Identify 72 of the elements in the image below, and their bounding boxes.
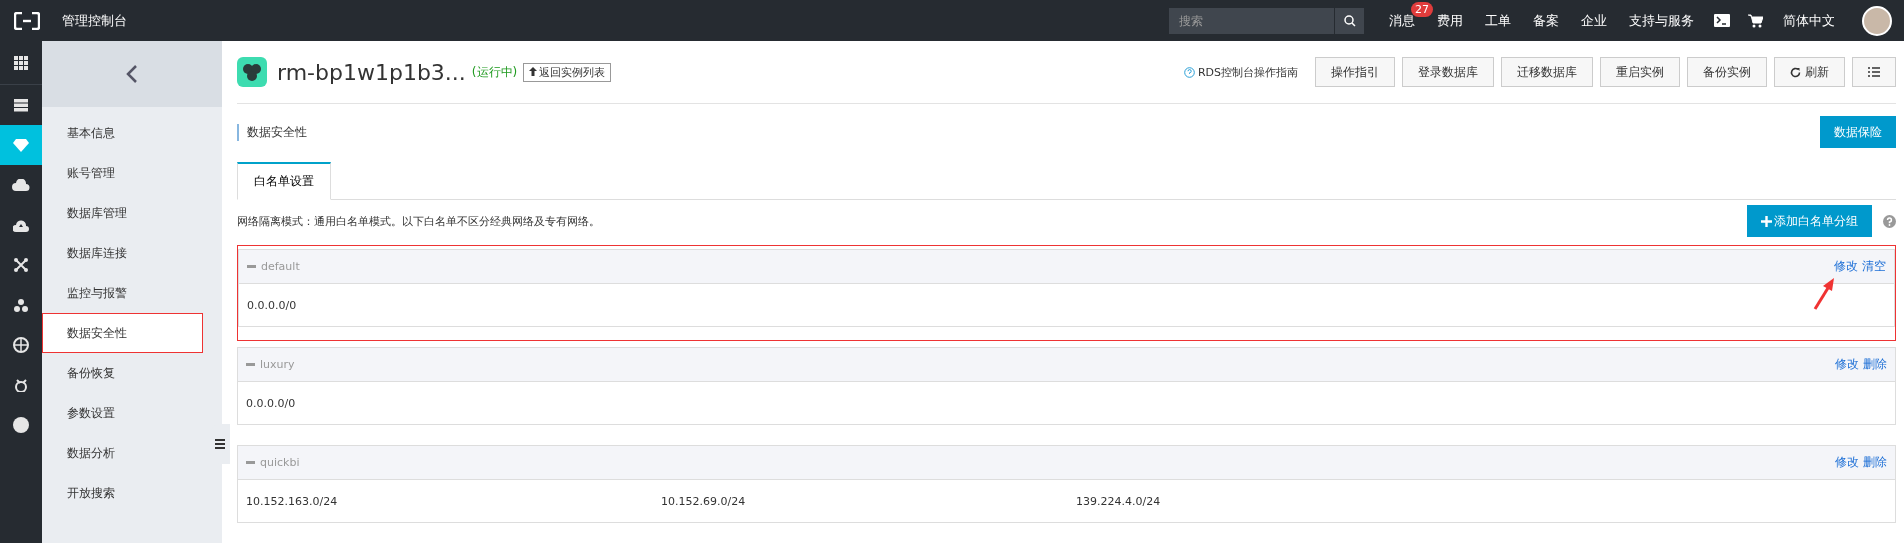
ip-entry: 0.0.0.0/0 xyxy=(246,396,297,410)
server-icon xyxy=(14,98,28,112)
cloud-icon xyxy=(12,179,30,191)
group-action-link[interactable]: 修改 xyxy=(1835,454,1859,471)
sidebar-item[interactable]: 账号管理 xyxy=(42,153,222,193)
circle-icon xyxy=(13,417,29,433)
up-arrow-icon xyxy=(529,66,538,76)
group-action-link[interactable]: 清空 xyxy=(1862,258,1886,275)
console-title: 管理控制台 xyxy=(62,11,127,30)
group-action-link[interactable]: 删除 xyxy=(1863,356,1887,373)
nav-link[interactable]: 备案 xyxy=(1533,11,1559,30)
chevron-left-icon[interactable] xyxy=(126,65,138,83)
search-field[interactable]: 搜索 xyxy=(1169,7,1334,34)
globe-icon xyxy=(13,337,29,353)
group-name: default xyxy=(261,260,300,273)
annotation-arrow xyxy=(1813,276,1835,310)
toolbar-button[interactable]: 备份实例 xyxy=(1687,57,1767,87)
refresh-icon xyxy=(1790,66,1801,78)
nodes-icon xyxy=(14,298,28,312)
nav-link[interactable]: 企业 xyxy=(1581,11,1607,30)
avatar[interactable] xyxy=(1862,5,1892,36)
nav-link[interactable]: 支持与服务 xyxy=(1629,11,1694,30)
sidebar-item[interactable]: 参数设置 xyxy=(42,393,222,433)
sidebar-item[interactable]: 数据安全性 xyxy=(42,313,203,353)
group-action-link[interactable]: 删除 xyxy=(1863,454,1887,471)
instance-status: (运行中) xyxy=(471,63,518,81)
instance-name: rm-bp1w1p1b3... xyxy=(277,59,466,85)
ip-entry: 0.0.0.0/0 xyxy=(247,298,298,312)
list-icon xyxy=(1868,67,1880,77)
plus-icon xyxy=(1761,215,1772,227)
back-to-list-button[interactable]: 返回实例列表 xyxy=(523,62,612,82)
tab[interactable]: 白名单设置 xyxy=(237,162,331,200)
list-view-button[interactable] xyxy=(1852,57,1896,87)
toolbar-button[interactable]: 操作指引 xyxy=(1315,57,1395,87)
sidebar-item[interactable]: 数据库管理 xyxy=(42,193,222,233)
toolbar-button[interactable]: 重启实例 xyxy=(1600,57,1680,87)
database-logo-icon xyxy=(237,57,267,87)
cart-button[interactable] xyxy=(1748,13,1763,28)
sidebar-item[interactable]: 监控与报警 xyxy=(42,273,222,313)
logo-icon xyxy=(14,11,40,30)
ip-entry: 10.152.69.0/24 xyxy=(661,494,747,508)
group-action-link[interactable]: 修改 xyxy=(1835,356,1859,373)
guide-link[interactable]: RDS控制台操作指南 xyxy=(1183,64,1298,80)
nav-link[interactable]: 工单 xyxy=(1485,11,1511,30)
help-icon xyxy=(1183,66,1195,78)
toolbar-button[interactable]: 登录数据库 xyxy=(1402,57,1494,87)
sidebar-item[interactable]: 数据库连接 xyxy=(42,233,222,273)
search-button[interactable] xyxy=(1334,7,1364,34)
ip-entry: 10.152.163.0/24 xyxy=(246,494,339,508)
terminal-button[interactable] xyxy=(1714,14,1730,27)
grid-icon xyxy=(14,55,28,70)
toolbar-button[interactable]: 迁移数据库 xyxy=(1501,57,1593,87)
isolation-mode-notice: 网络隔离模式：通用白名单模式。以下白名单不区分经典网络及专有网络。 xyxy=(237,213,600,229)
section-title: 数据安全性 xyxy=(237,123,307,141)
ip-entry: 139.224.4.0/24 xyxy=(1076,494,1162,508)
cloud-upload-icon xyxy=(13,218,29,232)
sidebar-item[interactable]: 备份恢复 xyxy=(42,353,222,393)
terminal-icon xyxy=(1714,14,1730,27)
help-icon[interactable] xyxy=(1883,214,1896,228)
group-action-link[interactable]: 修改 xyxy=(1834,258,1858,275)
search-icon xyxy=(1343,14,1356,27)
database-icon xyxy=(13,138,29,152)
menu-icon xyxy=(215,439,225,449)
cart-icon xyxy=(1748,13,1763,28)
language-link[interactable]: 简体中文 xyxy=(1783,11,1835,30)
group-name: quickbi xyxy=(260,456,300,469)
sidebar-item[interactable]: 开放搜索 xyxy=(42,473,222,513)
cross-nodes-icon xyxy=(14,258,28,272)
nav-link[interactable]: 费用 xyxy=(1437,11,1463,30)
sidebar-item[interactable]: 基本信息 xyxy=(42,113,222,153)
group-name: luxury xyxy=(260,358,295,371)
refresh-button[interactable]: 刷新 xyxy=(1774,57,1845,87)
